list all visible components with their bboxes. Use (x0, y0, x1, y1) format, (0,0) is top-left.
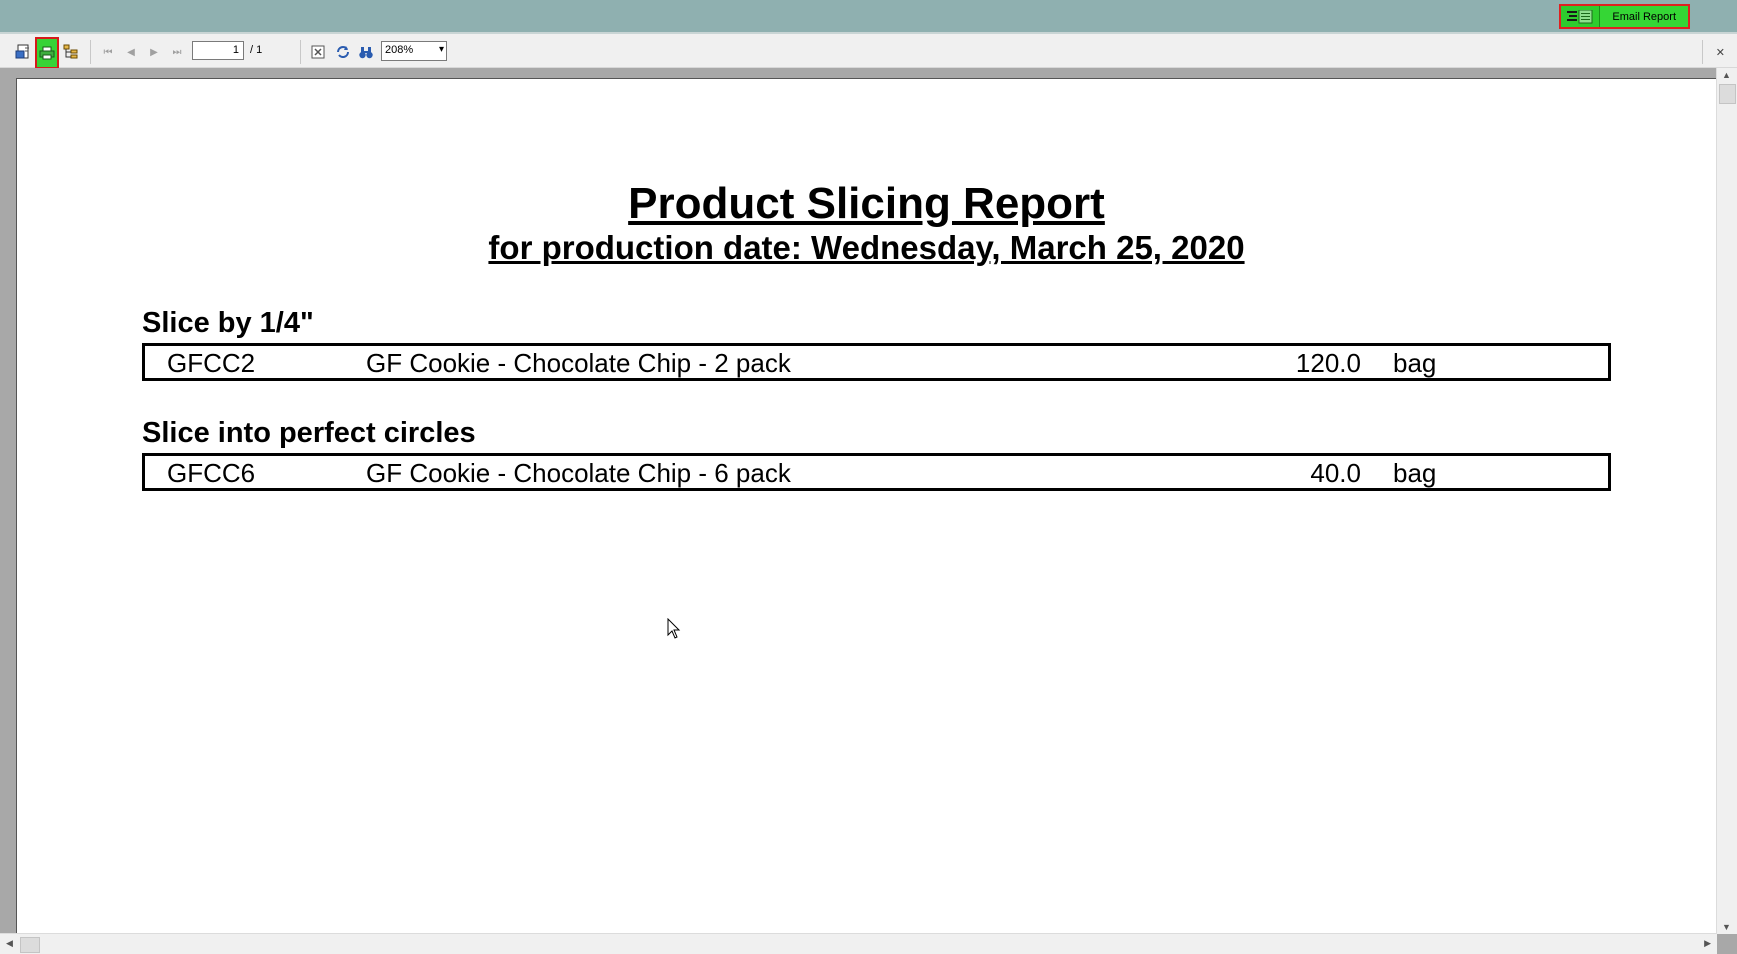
report-viewport[interactable]: Product Slicing Report for production da… (0, 68, 1737, 954)
group-tree-icon (63, 44, 78, 59)
toolbar-separator (90, 40, 91, 64)
item-description: GF Cookie - Chocolate Chip - 6 pack (366, 458, 791, 488)
item-unit: bag (1393, 458, 1437, 488)
binoculars-icon (359, 47, 373, 59)
close-icon[interactable]: ✕ (1716, 46, 1725, 59)
email-options-button[interactable] (1561, 6, 1601, 27)
first-page-icon: ⏮ (103, 46, 113, 58)
mouse-cursor-icon (667, 618, 681, 639)
item-code: GFCC2 (167, 348, 256, 378)
refresh-button[interactable] (332, 41, 354, 63)
page-number-input[interactable]: 1 (192, 41, 244, 60)
table-row: GFCC6 GF Cookie - Chocolate Chip - 6 pac… (142, 453, 1611, 491)
vertical-scrollbar[interactable]: ▲ ▼ (1716, 68, 1737, 934)
horizontal-scrollbar[interactable]: ◀ ▶ (0, 933, 1717, 954)
last-page-icon: ⏭ (172, 46, 182, 58)
email-report-button[interactable]: Email Report (1600, 6, 1688, 27)
report-title: Product Slicing Report (628, 179, 1105, 228)
stop-icon (311, 45, 325, 59)
horizontal-scroll-thumb[interactable] (20, 937, 40, 953)
refresh-icon (337, 46, 349, 58)
print-button[interactable] (35, 37, 59, 69)
first-page-button[interactable]: ⏮ (97, 41, 119, 63)
scroll-right-icon[interactable]: ▶ (1704, 938, 1711, 949)
scroll-left-icon[interactable]: ◀ (6, 938, 13, 949)
item-quantity: 120.0 (1295, 348, 1361, 378)
export-button[interactable] (12, 41, 34, 63)
page-total-label: / 1 (250, 44, 263, 56)
item-description: GF Cookie - Chocolate Chip - 2 pack (366, 348, 791, 378)
report-list-icon (1567, 9, 1593, 23)
search-text-button[interactable] (355, 41, 377, 63)
next-page-icon: ▶ (150, 46, 158, 58)
export-icon (15, 44, 29, 59)
next-page-button[interactable]: ▶ (143, 41, 165, 63)
item-code: GFCC6 (167, 458, 256, 488)
previous-page-button[interactable]: ◀ (120, 41, 142, 63)
last-page-button[interactable]: ⏭ (166, 41, 188, 63)
group-tree-button[interactable] (60, 41, 82, 63)
group-heading: Slice into perfect circles (142, 417, 476, 449)
report-page: Product Slicing Report for production da… (16, 78, 1716, 935)
toolbar-separator (300, 40, 301, 64)
table-row: GFCC2 GF Cookie - Chocolate Chip - 2 pac… (142, 343, 1611, 381)
previous-page-icon: ◀ (127, 46, 135, 58)
toolbar-separator (1702, 40, 1703, 64)
item-unit: bag (1393, 348, 1437, 378)
zoom-select[interactable]: 208% ▾ (381, 41, 447, 61)
printer-icon (39, 46, 55, 60)
scroll-down-icon[interactable]: ▼ (1722, 922, 1731, 932)
zoom-value: 208% (385, 44, 414, 56)
vertical-scroll-thumb[interactable] (1719, 84, 1736, 104)
window-topbar: Email Report (0, 0, 1737, 34)
email-report-group: Email Report (1559, 4, 1690, 29)
item-quantity: 40.0 (1310, 458, 1361, 488)
scroll-up-icon[interactable]: ▲ (1722, 70, 1731, 80)
report-toolbar: ⏮ ◀ ▶ ⏭ 1 / 1 208% ▾ ✕ (0, 34, 1737, 69)
group-heading: Slice by 1/4" (142, 307, 314, 339)
report-subtitle: for production date: Wednesday, March 25… (488, 229, 1245, 266)
chevron-down-icon: ▾ (438, 44, 444, 55)
stop-loading-button[interactable] (307, 41, 329, 63)
